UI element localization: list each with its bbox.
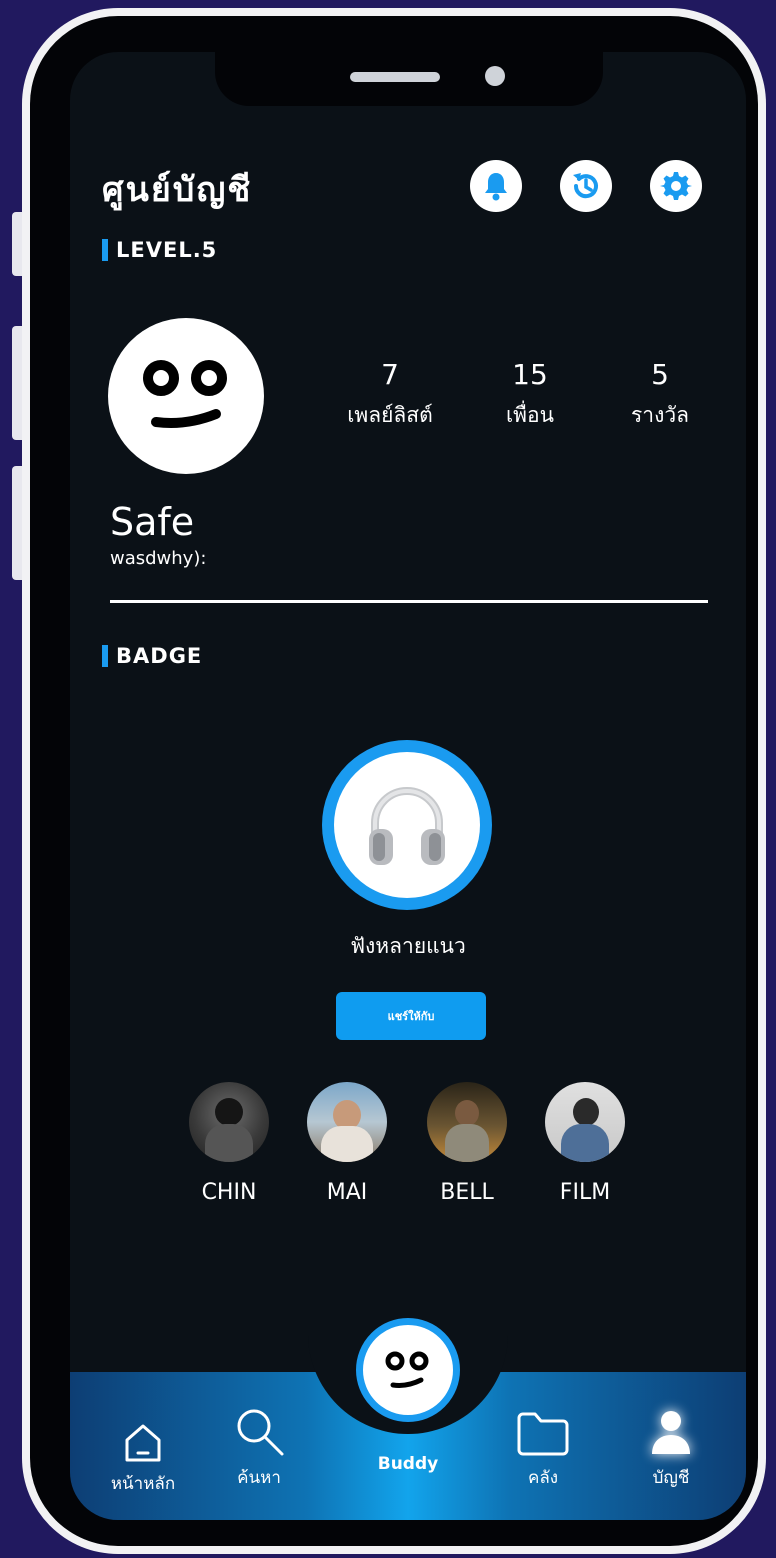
nav-buddy[interactable]: Buddy [353,1454,463,1474]
section-accent-bar [102,239,108,261]
buddy-button[interactable] [356,1318,460,1422]
bell-icon [485,173,507,201]
stat-value: 15 [512,358,548,391]
nav-label: Buddy [377,1454,439,1474]
settings-button[interactable] [650,160,702,212]
notifications-button[interactable] [470,160,522,212]
badge-circle[interactable] [322,740,492,910]
friend-name: BELL [440,1180,494,1205]
stat-value: 7 [381,358,399,391]
search-icon [204,1398,314,1458]
share-button[interactable]: แชร์ให้กับ [336,992,486,1040]
phone-notch [215,52,603,106]
nav-label: บัญชี [652,1468,690,1488]
buddy-face-icon [143,360,227,428]
history-button[interactable] [560,160,612,212]
friend-name: FILM [559,1180,611,1205]
friend-chin[interactable]: CHIN [174,1082,284,1205]
nav-search[interactable]: ค้นหา [204,1398,314,1491]
friend-avatar [189,1082,269,1162]
nav-label: ค้นหา [237,1468,281,1488]
settings-icon [660,172,692,200]
profile-username: wasdwhy): [110,548,207,569]
friend-bell[interactable]: BELL [412,1082,522,1205]
user-icon [616,1398,726,1458]
nav-label: คลัง [527,1468,559,1488]
friend-name: MAI [326,1180,368,1205]
nav-account[interactable]: บัญชี [616,1398,726,1491]
section-accent-bar [102,645,108,667]
history-icon [573,173,598,199]
badge-inner [334,752,480,898]
stat-playlists[interactable]: 7 เพลย์ลิสต์ [330,358,450,432]
level-label: LEVEL.5 [102,238,217,262]
divider [110,600,708,603]
headphones-icon [369,787,445,865]
page-title: ศูนย์บัญชี [102,170,253,210]
friend-film[interactable]: FILM [530,1082,640,1205]
stat-awards[interactable]: 5 รางวัล [600,358,720,432]
home-icon [88,1404,198,1464]
badge-name: ฟังหลายแนว [350,934,466,958]
buddy-face-icon [385,1351,429,1388]
level-text: LEVEL.5 [116,238,218,262]
app-screen: ศูนย์บัญชี LEVEL.5 7 เพลย์ลิสต์ 15 เพื่อ… [70,52,746,1520]
profile-name: Safe [110,500,195,544]
nav-label: หน้าหลัก [110,1474,176,1494]
front-camera [485,66,505,86]
stat-label: เพื่อน [506,403,554,427]
friend-mai[interactable]: MAI [292,1082,402,1205]
badge-section-text: BADGE [116,644,203,668]
nav-library[interactable]: คลัง [488,1398,598,1491]
stat-label: เพลย์ลิสต์ [347,403,433,427]
stat-label: รางวัล [631,403,689,427]
speaker-grill [350,72,440,82]
folder-icon [488,1398,598,1458]
stat-friends[interactable]: 15 เพื่อน [470,358,590,432]
badge-section-label: BADGE [102,644,202,668]
friend-avatar [545,1082,625,1162]
nav-home[interactable]: หน้าหลัก [88,1404,198,1497]
friend-name: CHIN [201,1180,257,1205]
avatar[interactable] [108,318,264,474]
friend-avatar [307,1082,387,1162]
friend-avatar [427,1082,507,1162]
stat-value: 5 [651,358,669,391]
